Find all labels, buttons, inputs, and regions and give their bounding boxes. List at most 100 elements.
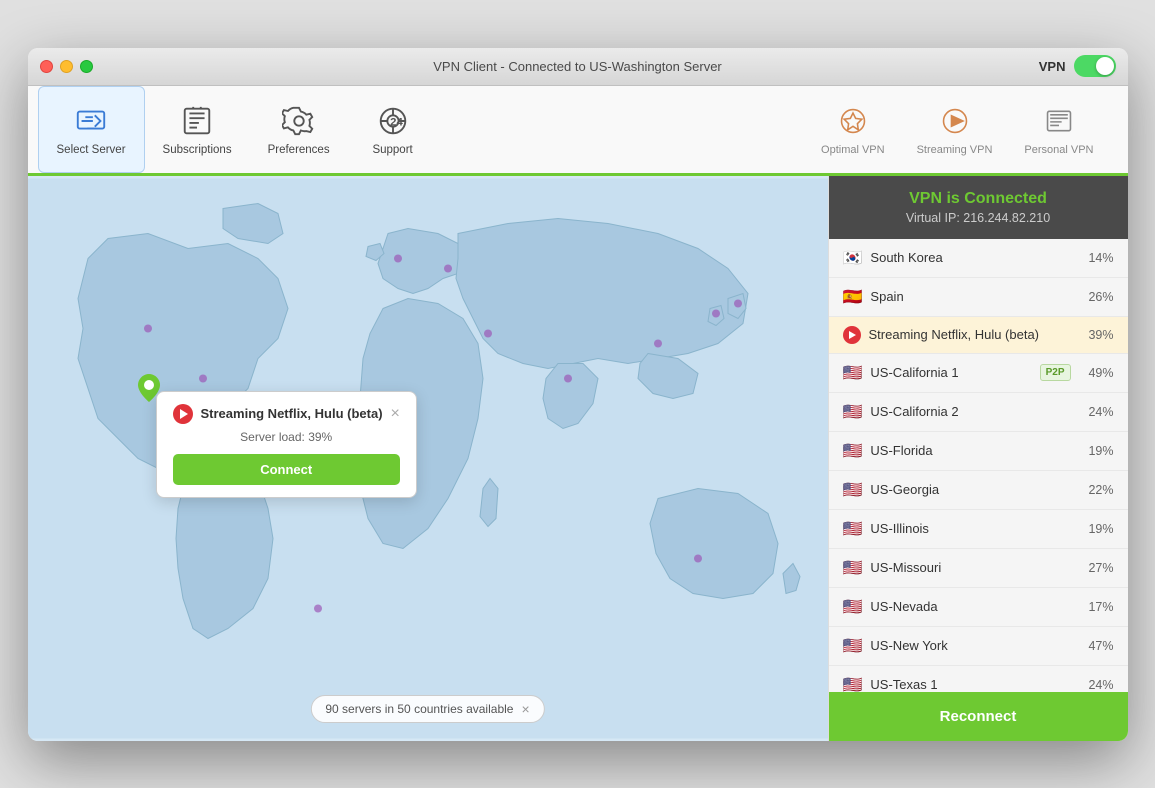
window-title: VPN Client - Connected to US-Washington … bbox=[433, 59, 722, 74]
server-flag: 🇺🇸 bbox=[843, 441, 863, 461]
personal-vpn-icon bbox=[1040, 102, 1078, 140]
server-load: 22% bbox=[1079, 483, 1114, 497]
world-map bbox=[28, 176, 828, 741]
server-name: US-Illinois bbox=[870, 521, 1070, 536]
server-name: Streaming Netflix, Hulu (beta) bbox=[869, 327, 1071, 342]
toolbar-right-items: Optimal VPN Streaming VPN bbox=[807, 86, 1117, 173]
server-flag: 🇺🇸 bbox=[843, 480, 863, 500]
toolbar: Select Server Subscriptions bbox=[28, 86, 1128, 176]
vpn-ip-address: Virtual IP: 216.244.82.210 bbox=[841, 211, 1116, 225]
server-load: 14% bbox=[1079, 251, 1114, 265]
server-list-item[interactable]: 🇺🇸 US-California 2 24% bbox=[829, 393, 1128, 432]
server-list-item[interactable]: 🇺🇸 US-Illinois 19% bbox=[829, 510, 1128, 549]
popup-play-icon bbox=[173, 404, 193, 424]
server-count-text: 90 servers in 50 countries available bbox=[325, 702, 513, 716]
server-name: Spain bbox=[870, 289, 1070, 304]
p2p-badge: P2P bbox=[1040, 364, 1071, 381]
server-name: US-Texas 1 bbox=[870, 677, 1070, 692]
streaming-vpn-icon bbox=[936, 102, 974, 140]
server-popup: Streaming Netflix, Hulu (beta) × Server … bbox=[156, 391, 417, 498]
server-name: US-California 1 bbox=[870, 365, 1031, 380]
vpn-connected-text: VPN is Connected bbox=[841, 190, 1116, 208]
server-name: South Korea bbox=[870, 250, 1070, 265]
optimal-vpn-icon bbox=[834, 102, 872, 140]
server-count-badge: 90 servers in 50 countries available × bbox=[310, 695, 544, 723]
streaming-vpn-label: Streaming VPN bbox=[917, 144, 993, 156]
server-load: 27% bbox=[1079, 561, 1114, 575]
preferences-icon bbox=[280, 102, 318, 140]
server-list-item[interactable]: 🇰🇷 South Korea 14% bbox=[829, 239, 1128, 278]
optimal-vpn-label: Optimal VPN bbox=[821, 144, 885, 156]
server-list: 🇰🇷 South Korea 14% 🇪🇸 Spain 26% Streaming Netf… bbox=[829, 239, 1128, 692]
window-controls bbox=[40, 60, 93, 73]
server-flag: 🇺🇸 bbox=[843, 636, 863, 656]
personal-vpn-item[interactable]: Personal VPN bbox=[1010, 94, 1107, 164]
server-load: 26% bbox=[1079, 290, 1114, 304]
server-list-item[interactable]: Streaming Netflix, Hulu (beta) 39% bbox=[829, 317, 1128, 354]
server-list-item[interactable]: 🇺🇸 US-Texas 1 24% bbox=[829, 666, 1128, 692]
server-name: US-Missouri bbox=[870, 560, 1070, 575]
server-list-item[interactable]: 🇺🇸 US-California 1 P2P 49% bbox=[829, 354, 1128, 393]
server-count-close[interactable]: × bbox=[521, 701, 529, 717]
server-list-item[interactable]: 🇺🇸US-Florida19% bbox=[829, 432, 1128, 471]
personal-vpn-label: Personal VPN bbox=[1024, 144, 1093, 156]
popup-header: Streaming Netflix, Hulu (beta) × bbox=[173, 404, 400, 424]
app-window: VPN Client - Connected to US-Washington … bbox=[28, 48, 1128, 741]
vpn-status-header: VPN is Connected Virtual IP: 216.244.82.… bbox=[829, 176, 1128, 239]
main-content: Streaming Netflix, Hulu (beta) × Server … bbox=[28, 176, 1128, 741]
server-load: 39% bbox=[1079, 328, 1114, 342]
tab-support[interactable]: 24 Support bbox=[348, 86, 438, 173]
server-list-item[interactable]: 🇺🇸 US-New York 47% bbox=[829, 627, 1128, 666]
tab-preferences-label: Preferences bbox=[268, 144, 330, 156]
streaming-vpn-item[interactable]: Streaming VPN bbox=[903, 94, 1007, 164]
svg-text:24: 24 bbox=[390, 117, 403, 129]
right-panel: VPN is Connected Virtual IP: 216.244.82.… bbox=[828, 176, 1128, 741]
tab-support-label: Support bbox=[372, 144, 412, 156]
reconnect-button[interactable]: Reconnect bbox=[829, 692, 1128, 741]
server-flag: 🇺🇸 bbox=[843, 402, 863, 422]
vpn-toggle[interactable] bbox=[1074, 55, 1116, 77]
server-flag: 🇪🇸 bbox=[843, 287, 863, 307]
popup-close-button[interactable]: × bbox=[391, 406, 400, 422]
vpn-label: VPN bbox=[1039, 59, 1066, 74]
server-name: US-New York bbox=[870, 638, 1070, 653]
tab-subscriptions[interactable]: Subscriptions bbox=[145, 86, 250, 173]
select-server-icon bbox=[72, 102, 110, 140]
server-load: 24% bbox=[1079, 678, 1114, 692]
support-icon: 24 bbox=[374, 102, 412, 140]
popup-connect-button[interactable]: Connect bbox=[173, 454, 400, 485]
server-flag bbox=[843, 326, 861, 344]
server-list-item[interactable]: 🇺🇸 US-Georgia 22% bbox=[829, 471, 1128, 510]
server-load: 19% bbox=[1079, 522, 1114, 536]
server-name: US-Florida bbox=[870, 443, 1070, 458]
server-list-item[interactable]: 🇺🇸 US-Nevada 17% bbox=[829, 588, 1128, 627]
tab-preferences[interactable]: Preferences bbox=[250, 86, 348, 173]
titlebar: VPN Client - Connected to US-Washington … bbox=[28, 48, 1128, 86]
tab-select-server-label: Select Server bbox=[57, 144, 126, 156]
maximize-button[interactable] bbox=[80, 60, 93, 73]
server-list-item[interactable]: 🇺🇸US-Missouri27% bbox=[829, 549, 1128, 588]
map-area[interactable]: Streaming Netflix, Hulu (beta) × Server … bbox=[28, 176, 828, 741]
server-flag: 🇺🇸 bbox=[843, 675, 863, 692]
server-flag: 🇺🇸 bbox=[843, 363, 863, 383]
server-name: US-Nevada bbox=[870, 599, 1070, 614]
tab-select-server[interactable]: Select Server bbox=[38, 86, 145, 173]
tab-subscriptions-label: Subscriptions bbox=[163, 144, 232, 156]
server-load: 49% bbox=[1079, 366, 1114, 380]
server-flag: 🇺🇸 bbox=[843, 597, 863, 617]
optimal-vpn-item[interactable]: Optimal VPN bbox=[807, 94, 899, 164]
server-flag: 🇺🇸 bbox=[843, 519, 863, 539]
popup-server-load: Server load: 39% bbox=[173, 430, 400, 444]
server-load: 17% bbox=[1079, 600, 1114, 614]
server-name: US-California 2 bbox=[870, 404, 1070, 419]
server-flag: 🇰🇷 bbox=[843, 248, 863, 268]
popup-title: Streaming Netflix, Hulu (beta) bbox=[201, 406, 383, 421]
server-list-item[interactable]: 🇪🇸 Spain 26% bbox=[829, 278, 1128, 317]
close-button[interactable] bbox=[40, 60, 53, 73]
subscriptions-icon bbox=[178, 102, 216, 140]
server-name: US-Georgia bbox=[870, 482, 1070, 497]
minimize-button[interactable] bbox=[60, 60, 73, 73]
server-load: 24% bbox=[1079, 405, 1114, 419]
server-load: 47% bbox=[1079, 639, 1114, 653]
vpn-toggle-area: VPN bbox=[1039, 55, 1116, 77]
